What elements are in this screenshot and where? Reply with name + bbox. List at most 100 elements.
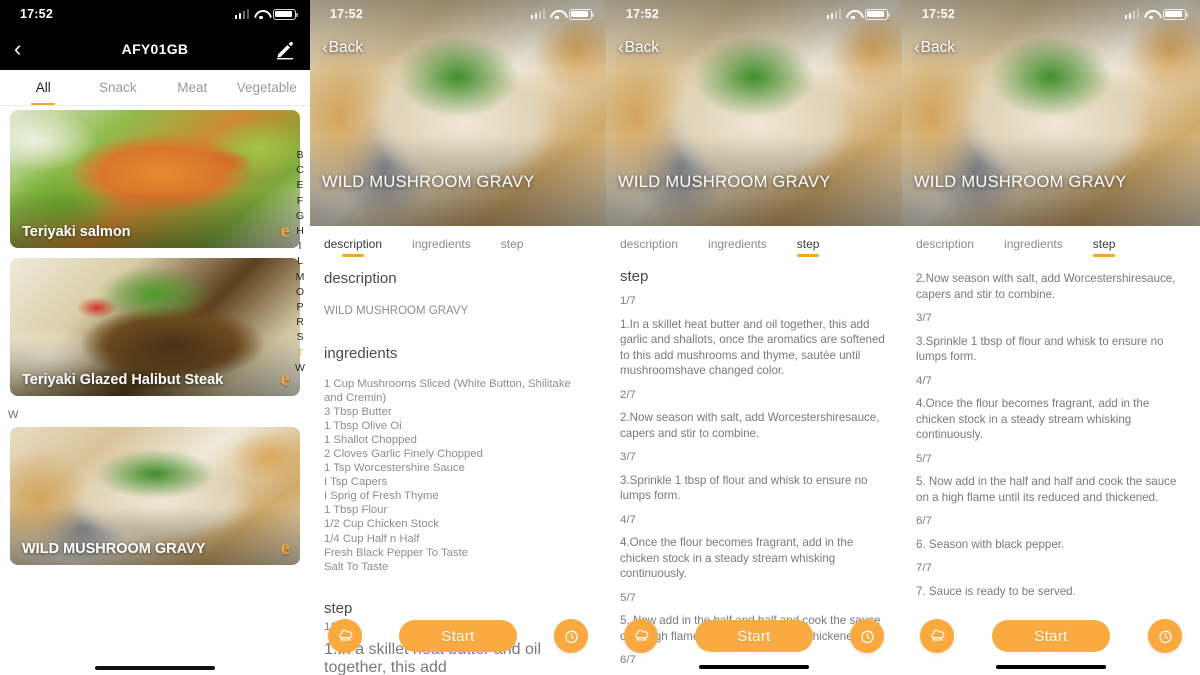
back-button[interactable]: ‹ Back [618, 38, 659, 58]
alpha-index-letter[interactable]: T [297, 346, 303, 361]
tab-step[interactable]: step [501, 226, 524, 262]
home-indicator [699, 664, 809, 669]
recipe-hero: 17:52 ‹ Back WILD MUSHROOM GRAVY [310, 0, 606, 226]
tab-ingredients[interactable]: ingredients [708, 226, 767, 262]
step-number: 5/7 [916, 452, 932, 465]
list-item[interactable]: Teriyaki salmon e [10, 110, 300, 248]
timer-icon[interactable] [1148, 619, 1182, 653]
chevron-left-icon: ‹ [322, 38, 328, 57]
recipe-title: WILD MUSHROOM GRAVY [618, 173, 831, 191]
detail-content[interactable]: description WILD MUSHROOM GRAVY ingredie… [310, 262, 606, 675]
tab-step[interactable]: step [797, 226, 819, 262]
wifi-icon [550, 9, 564, 20]
chef-hat-icon[interactable] [624, 619, 658, 653]
battery-icon [865, 8, 891, 20]
step-text: 6. Season with black pepper. [916, 537, 1065, 551]
description-heading: description [324, 270, 397, 287]
back-button[interactable]: ‹ Back [322, 38, 363, 58]
start-button[interactable]: Start [992, 620, 1110, 652]
list-item[interactable]: WILD MUSHROOM GRAVY e [10, 427, 300, 565]
alpha-index-letter[interactable]: E [296, 178, 303, 193]
alpha-index-letter[interactable]: B [296, 148, 303, 163]
status-bar: 17:52 [902, 0, 1200, 28]
step-number: 2/7 [620, 388, 636, 401]
back-label: Back [328, 39, 364, 56]
tab-description[interactable]: description [324, 226, 382, 262]
start-button[interactable]: Start [695, 620, 813, 652]
recipe-list-scroll[interactable]: Teriyaki salmon e Teriyaki Glazed Halibu… [0, 106, 310, 675]
chef-hat-icon[interactable] [920, 619, 954, 653]
status-bar: 17:52 [0, 0, 310, 28]
chevron-left-icon: ‹ [618, 38, 624, 57]
page-title: AFY01GB [121, 41, 189, 57]
status-bar-time: 17:52 [922, 7, 955, 21]
alpha-index-letter[interactable]: W [295, 361, 305, 376]
step-number: 7/7 [916, 562, 932, 574]
cellular-signal-icon [234, 9, 249, 19]
status-bar: 17:52 [606, 0, 902, 28]
alpha-index-letter[interactable]: C [296, 163, 304, 178]
tab-description[interactable]: description [916, 226, 974, 262]
start-button[interactable]: Start [399, 620, 517, 652]
category-tabs: All Snack Meat Vegetable [0, 70, 310, 106]
chevron-left-icon: ‹ [914, 38, 920, 57]
step-heading: step [324, 600, 353, 618]
timer-icon[interactable] [554, 619, 588, 653]
alpha-index-letter[interactable]: M [296, 270, 305, 285]
cellular-signal-icon [530, 9, 545, 19]
tab-meat[interactable]: Meat [155, 70, 230, 105]
ingredient-item: Fresh Black Pepper To Taste [324, 546, 469, 559]
alpha-index-letter[interactable]: P [296, 300, 303, 315]
ingredient-item: 1 Shallot Chopped [324, 433, 417, 446]
alpha-index-letter[interactable]: R [296, 315, 304, 330]
alpha-index-letter[interactable]: G [296, 209, 304, 224]
back-button[interactable]: ‹ [14, 38, 38, 60]
step-text: 1.In a skillet heat butter and oil toget… [620, 317, 885, 378]
ingredient-item: 2 Cloves Garlic Finely Chopped [324, 447, 483, 460]
step-text: 3.Sprinkle 1 tbsp of flour and whisk to … [620, 473, 868, 503]
step-number: 5/7 [620, 591, 636, 604]
detail-content[interactable]: 2.Now season with salt, add Worcestershi… [902, 262, 1200, 675]
timer-icon[interactable] [850, 619, 884, 653]
home-indicator [996, 664, 1106, 669]
alpha-index-letter[interactable]: O [296, 285, 304, 300]
tab-ingredients[interactable]: ingredients [412, 226, 471, 262]
alpha-index-letter[interactable]: S [296, 330, 303, 345]
panel-recipe-steps-bottom: 17:52 ‹ Back WILD MUSHROOM GRAVY descrip… [902, 0, 1200, 675]
ingredient-item: Salt To Taste [324, 560, 389, 573]
status-bar-indicators [1124, 8, 1189, 20]
alpha-index-letter[interactable]: H [296, 224, 304, 239]
cellular-signal-icon [826, 9, 841, 19]
tab-step[interactable]: step [1093, 226, 1115, 262]
status-bar-indicators [234, 8, 299, 20]
tab-snack[interactable]: Snack [81, 70, 156, 105]
ingredient-item: I Sprig of Fresh Thyme [324, 490, 439, 503]
alphabet-index[interactable]: B C E F G H I L M O P R S T W [292, 148, 308, 376]
list-item[interactable]: Teriyaki Glazed Halibut Steak e [10, 258, 300, 396]
alpha-index-letter[interactable]: L [297, 254, 303, 269]
status-bar-time: 17:52 [330, 7, 363, 21]
tab-all[interactable]: All [6, 70, 81, 105]
alpha-index-letter[interactable]: F [297, 194, 303, 209]
panel-recipe-steps-top: 17:52 ‹ Back WILD MUSHROOM GRAVY descrip… [606, 0, 902, 675]
back-button[interactable]: ‹ Back [914, 38, 955, 58]
tab-vegetable[interactable]: Vegetable [230, 70, 305, 105]
back-label: Back [624, 39, 660, 56]
alpha-index-letter[interactable]: I [299, 239, 302, 254]
ingredient-item: 1 Cup Mushrooms Sliced (White Button, Sh… [324, 378, 571, 404]
chef-hat-icon[interactable] [328, 619, 362, 653]
tab-description[interactable]: description [620, 226, 678, 262]
panel-recipe-list: 17:52 ‹ AFY01GB All Snack Meat Vegetable… [0, 0, 310, 675]
ingredient-item: 1 Tsp Worcestershire Sauce [324, 462, 465, 475]
edit-pencil-icon[interactable] [274, 38, 296, 60]
step-number: 6/7 [916, 515, 932, 527]
ingredient-item: 3 Tbsp Butter [324, 405, 392, 418]
step-number: 3/7 [620, 451, 636, 463]
detail-content[interactable]: step 1/7 1.In a skillet heat butter and … [606, 262, 902, 675]
status-bar-indicators [826, 8, 891, 20]
status-bar-time: 17:52 [20, 7, 53, 21]
steps-list: 1/7 1.In a skillet heat butter and oil t… [620, 294, 888, 675]
tab-ingredients[interactable]: ingredients [1004, 226, 1063, 262]
ingredients-heading: ingredients [324, 345, 398, 362]
detail-tabs: description ingredients step [310, 226, 606, 262]
